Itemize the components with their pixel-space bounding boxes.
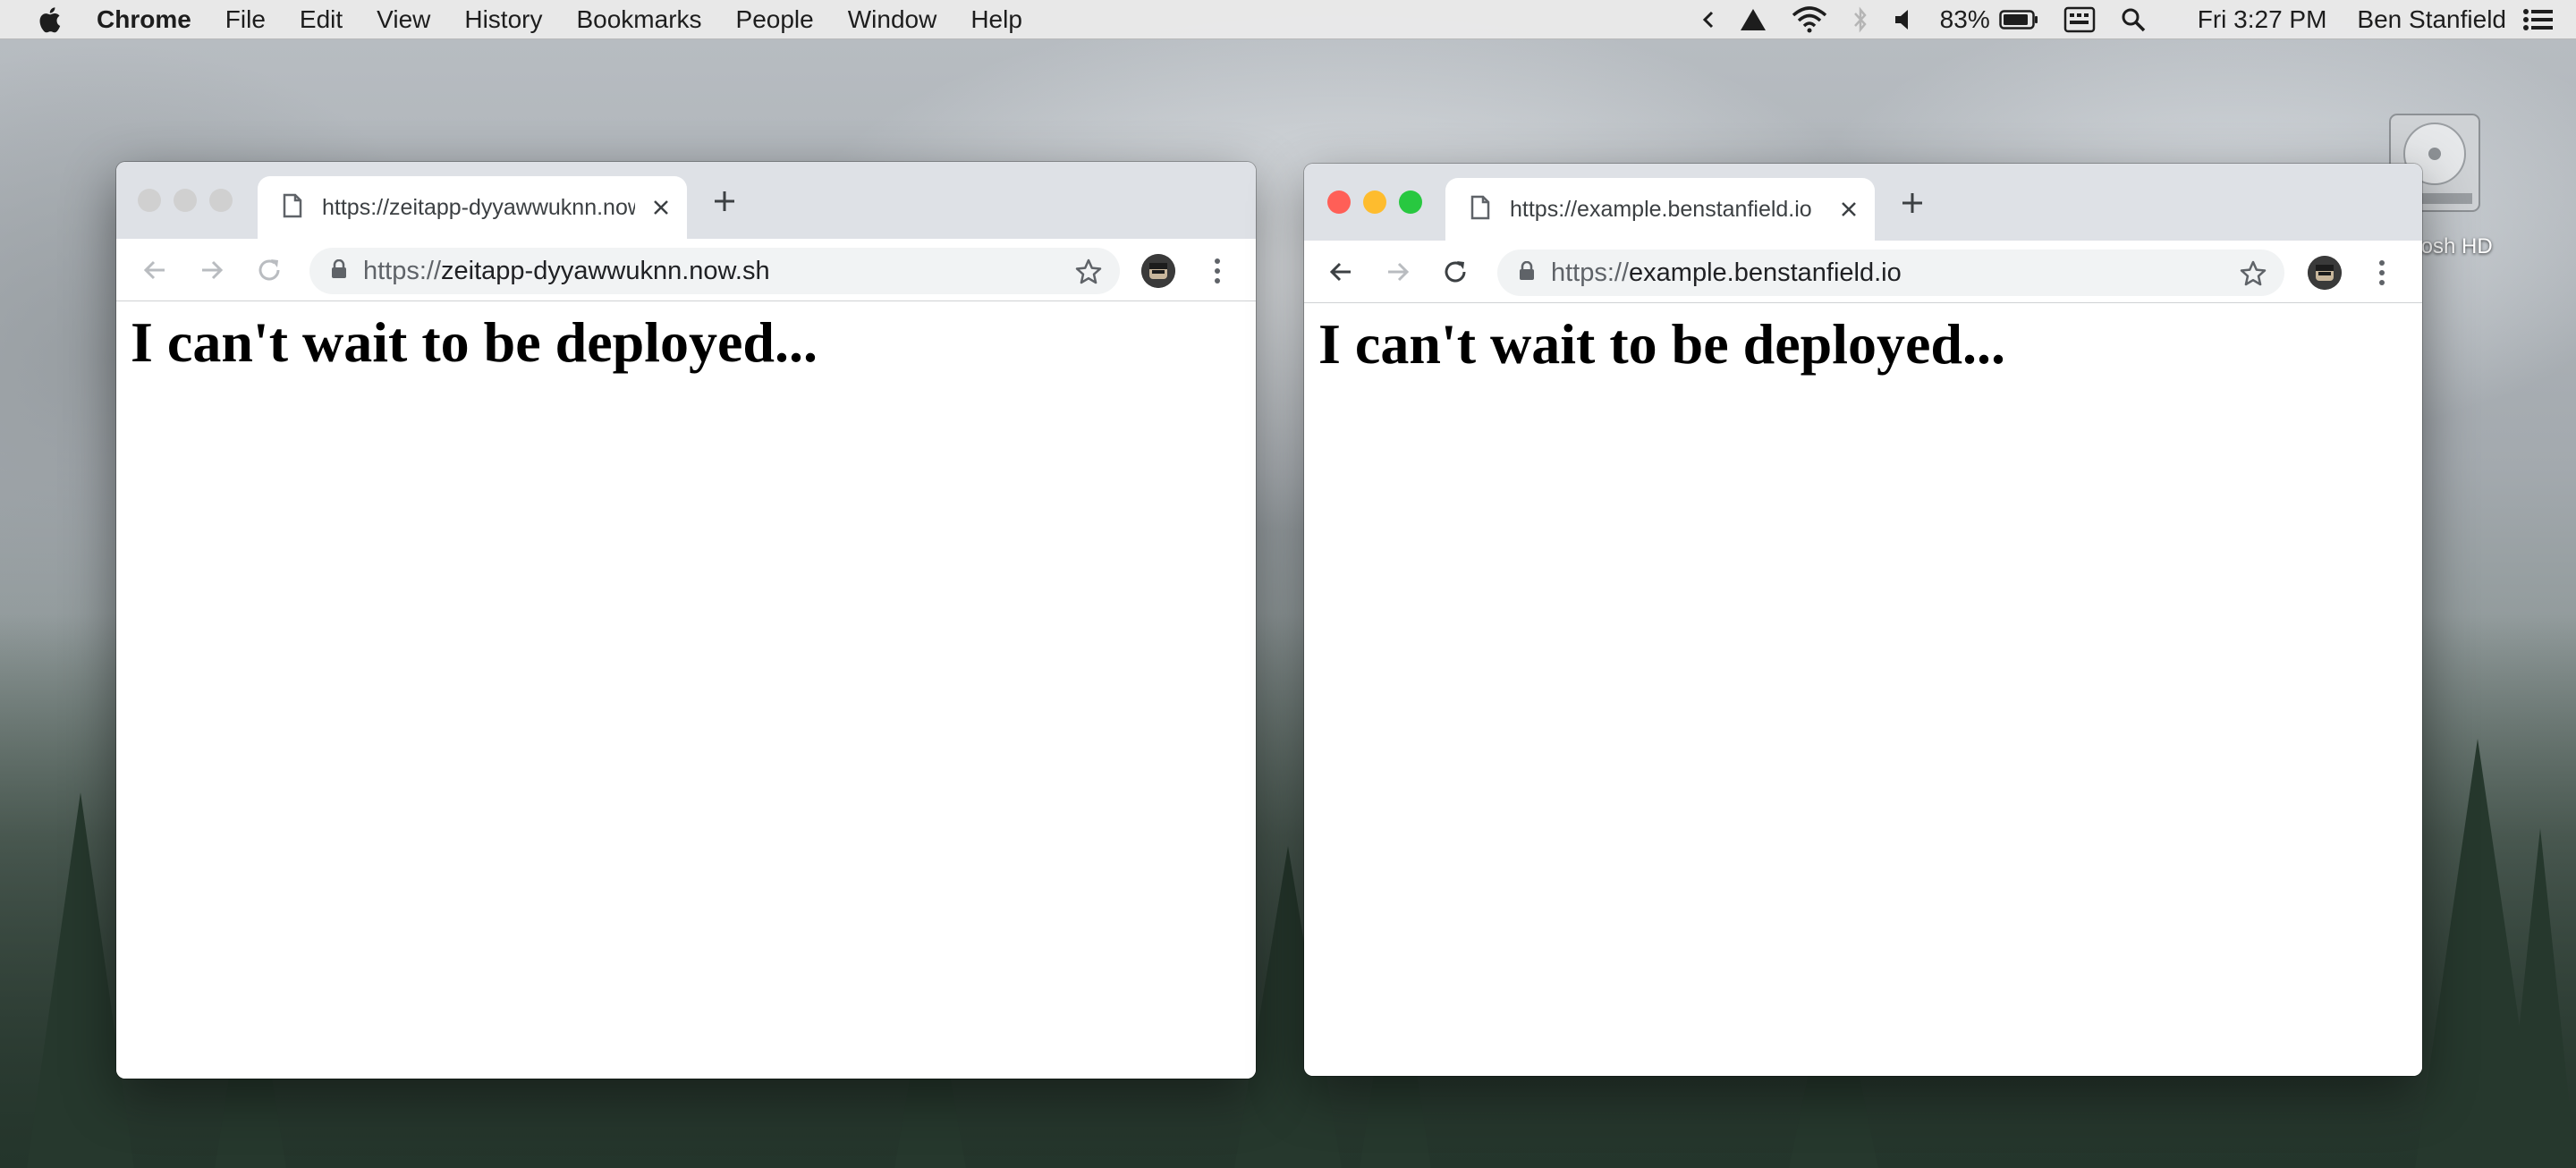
battery-icon[interactable] <box>1998 9 2038 30</box>
address-bar[interactable]: https://zeitapp-dyyawwuknn.now.sh <box>309 248 1120 294</box>
menu-people[interactable]: People <box>736 5 814 34</box>
browser-window-left: https://zeitapp-dyyawwuknn.now.sh https:… <box>116 162 1256 1079</box>
forward-button[interactable] <box>1381 255 1415 289</box>
browser-toolbar: https://example.benstanfield.io <box>1304 241 2422 303</box>
bluetooth-icon[interactable] <box>1852 6 1868 33</box>
menu-edit[interactable]: Edit <box>300 5 343 34</box>
reload-button[interactable] <box>1438 255 1472 289</box>
page-content: I can't wait to be deployed... <box>1304 304 2422 1076</box>
menu-bar-status-area: 83% Fri 3:27 PM Ben Stanfield <box>1702 0 2576 39</box>
reload-button[interactable] <box>252 253 286 287</box>
profile-avatar[interactable] <box>1141 254 1175 288</box>
browser-window-right: https://example.benstanfield.io https://… <box>1304 164 2422 1076</box>
chevron-left-icon[interactable] <box>1702 10 1715 30</box>
menu-window[interactable]: Window <box>848 5 937 34</box>
document-icon <box>1470 195 1490 224</box>
spotlight-search-icon[interactable] <box>2121 7 2146 32</box>
close-tab-icon[interactable] <box>648 194 674 221</box>
wifi-icon[interactable] <box>1792 6 1827 33</box>
hard-drive-label[interactable]: tosh HD <box>2415 234 2493 259</box>
page-heading: I can't wait to be deployed... <box>1318 312 2005 376</box>
browser-toolbar: https://zeitapp-dyyawwuknn.now.sh <box>116 239 1256 301</box>
profile-avatar[interactable] <box>2308 256 2342 290</box>
back-button[interactable] <box>1324 255 1358 289</box>
bookmark-star-icon[interactable] <box>1075 258 1102 290</box>
back-button[interactable] <box>138 253 172 287</box>
forward-button[interactable] <box>195 253 229 287</box>
battery-percent[interactable]: 83% <box>1940 5 1990 34</box>
close-window-button[interactable] <box>1327 190 1351 214</box>
title-bar: https://zeitapp-dyyawwuknn.now.sh <box>116 162 1256 239</box>
lock-icon[interactable] <box>331 258 347 284</box>
title-bar: https://example.benstanfield.io <box>1304 164 2422 241</box>
tab-active[interactable]: https://zeitapp-dyyawwuknn.now.sh <box>258 176 687 239</box>
menu-bar: Chrome File Edit View History Bookmarks … <box>0 0 2576 39</box>
url-host: example.benstanfield.io <box>1629 258 1902 287</box>
chrome-menu-icon[interactable] <box>2368 255 2395 291</box>
drive-upload-icon[interactable] <box>1740 8 1767 31</box>
address-bar-url: https://zeitapp-dyyawwuknn.now.sh <box>363 257 770 286</box>
menu-bookmarks[interactable]: Bookmarks <box>576 5 701 34</box>
minimize-window-button[interactable] <box>174 189 197 212</box>
menu-app-name[interactable]: Chrome <box>97 5 191 34</box>
wallpaper-tree <box>2504 828 2576 1168</box>
url-scheme: https:// <box>363 256 442 285</box>
tab-title: https://zeitapp-dyyawwuknn.now.sh <box>322 194 635 220</box>
url-scheme: https:// <box>1551 258 1630 287</box>
url-host: zeitapp-dyyawwuknn.now.sh <box>441 256 770 285</box>
lock-icon[interactable] <box>1519 260 1535 285</box>
apple-menu-icon[interactable] <box>38 6 61 33</box>
menu-help[interactable]: Help <box>970 5 1022 34</box>
page-heading: I can't wait to be deployed... <box>131 310 818 374</box>
notification-list-icon[interactable] <box>2522 8 2555 31</box>
address-bar-url: https://example.benstanfield.io <box>1551 258 1902 288</box>
bookmark-star-icon[interactable] <box>2240 260 2267 292</box>
page-content: I can't wait to be deployed... <box>116 302 1256 1079</box>
tab-title: https://example.benstanfield.io <box>1510 196 1812 222</box>
user-name[interactable]: Ben Stanfield <box>2357 5 2506 34</box>
menu-view[interactable]: View <box>377 5 430 34</box>
menu-file[interactable]: File <box>225 5 266 34</box>
close-window-button[interactable] <box>138 189 161 212</box>
chrome-menu-icon[interactable] <box>1204 253 1231 289</box>
zoom-window-button[interactable] <box>1399 190 1422 214</box>
document-icon <box>283 193 302 223</box>
menu-history[interactable]: History <box>464 5 542 34</box>
new-tab-button[interactable] <box>707 183 742 219</box>
tab-active[interactable]: https://example.benstanfield.io <box>1445 178 1875 241</box>
zoom-window-button[interactable] <box>209 189 233 212</box>
volume-icon[interactable] <box>1894 8 1915 31</box>
address-bar[interactable]: https://example.benstanfield.io <box>1497 250 2284 296</box>
close-tab-icon[interactable] <box>1835 196 1862 223</box>
keyboard-icon[interactable] <box>2063 6 2096 33</box>
new-tab-button[interactable] <box>1894 185 1930 221</box>
minimize-window-button[interactable] <box>1363 190 1386 214</box>
clock[interactable]: Fri 3:27 PM <box>2198 5 2327 34</box>
